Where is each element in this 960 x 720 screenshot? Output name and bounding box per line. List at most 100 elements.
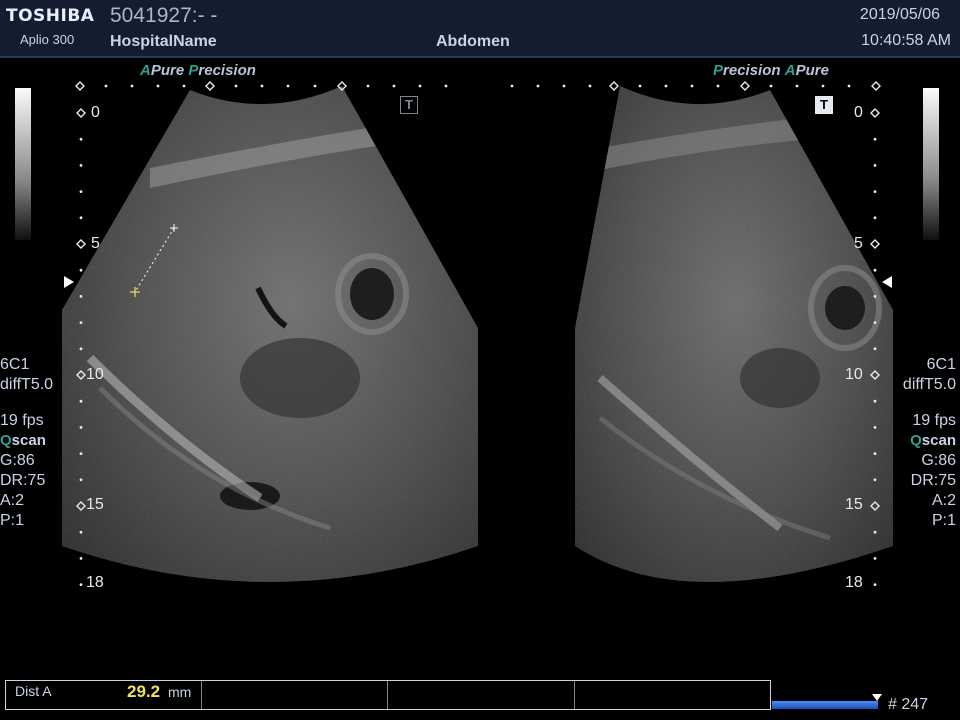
measurement-cell-3[interactable] (387, 681, 575, 709)
hospital-name: HospitalName (110, 33, 217, 50)
scale-dot (79, 216, 83, 220)
scale-dot (562, 84, 566, 88)
right-depth-label-10: 10 (845, 366, 863, 383)
measurement-cell-2[interactable] (201, 681, 388, 709)
scale-diamond (337, 81, 347, 91)
measurement-unit: mm (168, 684, 192, 700)
scale-dot (234, 84, 238, 88)
right-scan-sector (575, 86, 893, 582)
probe-label: 6C1 (0, 356, 30, 373)
frame-marker-icon[interactable] (872, 694, 882, 701)
scale-dot (79, 426, 83, 429)
scale-dot (638, 84, 642, 88)
scale-dot (795, 84, 799, 88)
scale-dot (79, 530, 83, 534)
scale-dot (873, 190, 877, 193)
right-depth-label-0: 0 (854, 104, 863, 121)
scale-dot (769, 84, 773, 88)
scale-dot (79, 399, 83, 403)
left-depth-label-15: 15 (86, 496, 104, 513)
scale-dot (873, 530, 877, 534)
scale-dot (79, 164, 83, 167)
exam-date: 2019/05/06 (859, 6, 940, 23)
scale-diamond (76, 370, 86, 380)
scale-dot (873, 268, 877, 272)
fps-label: 19 fps (912, 412, 956, 429)
scale-dot (873, 295, 877, 298)
dr-label: DR:75 (910, 472, 956, 489)
gain-label: G:86 (921, 452, 956, 469)
scale-diamond (76, 108, 86, 118)
probe-label: 6C1 (926, 356, 956, 373)
a-label: A:2 (931, 492, 956, 509)
scale-dot (79, 452, 83, 455)
scale-dot (79, 583, 83, 586)
system-model: Aplio 300 (20, 32, 75, 47)
gain-label: G:86 (0, 452, 35, 469)
scale-dot (873, 164, 877, 167)
scale-diamond (871, 81, 881, 91)
scale-dot (104, 84, 108, 88)
scale-dot (536, 84, 540, 88)
cine-frame-progress-bar[interactable] (772, 701, 878, 709)
scale-dot (392, 84, 396, 88)
mode-label: diffT5.0 (0, 376, 54, 393)
scale-dot (690, 84, 694, 88)
scale-dot (79, 347, 83, 351)
scale-dot (79, 268, 83, 272)
top-lateral-scale (75, 81, 881, 91)
scale-dot (286, 84, 290, 88)
left-depth-label-18: 18 (86, 574, 104, 591)
qscan-label: Qscan (910, 432, 956, 449)
exam-type: Abdomen (436, 33, 510, 50)
scale-dot (873, 347, 877, 351)
scale-diamond (870, 370, 880, 380)
scale-dot (873, 583, 877, 586)
scale-dot (418, 84, 422, 88)
exam-time: 10:40:58 AM (861, 32, 951, 49)
measurement-label: Dist A (15, 683, 52, 699)
scale-dot (79, 321, 83, 324)
scale-dot (156, 84, 160, 88)
brand-logo: TOSHIBA (6, 6, 95, 26)
scale-dot (130, 84, 134, 88)
p-label: P:1 (0, 512, 25, 529)
measurement-bar[interactable]: Dist A 29.2 mm (5, 680, 771, 710)
scale-dot (873, 557, 877, 560)
p-label: P:1 (931, 512, 956, 529)
measurement-cell-4[interactable] (574, 681, 770, 709)
scale-dot (873, 426, 877, 429)
left-depth-label-0: 0 (91, 104, 100, 121)
scale-dot (873, 137, 877, 141)
scale-diamond (870, 239, 880, 249)
scale-dot (847, 84, 851, 88)
scale-dot (79, 137, 83, 141)
scale-dot (79, 190, 83, 193)
scale-dot (366, 84, 370, 88)
left-depth-label-5: 5 (91, 235, 100, 252)
scale-dot (873, 478, 877, 482)
scale-dot (510, 84, 514, 88)
scale-dot (260, 84, 264, 88)
scale-diamond (205, 81, 215, 91)
right-params: 6C1 diffT5.0 19 fps Qscan G:86 DR:75 A:2… (903, 355, 956, 531)
scale-diamond (870, 501, 880, 511)
scale-dot (873, 321, 877, 324)
dr-label: DR:75 (0, 472, 46, 489)
scale-diamond (76, 501, 86, 511)
scale-dot (873, 399, 877, 403)
left-params: 6C1 diffT5.0 19 fps Qscan G:86 DR:75 A:2… (0, 355, 53, 531)
qscan-label: Qscan (0, 432, 46, 449)
right-depth-label-5: 5 (854, 235, 863, 252)
scale-dot (182, 84, 186, 88)
scale-dot (79, 478, 83, 482)
scale-dot (79, 557, 83, 560)
scale-dot (873, 452, 877, 455)
scale-diamond (609, 81, 619, 91)
scale-dot (444, 84, 448, 88)
scale-diamond (740, 81, 750, 91)
scale-diamond (76, 239, 86, 249)
frame-count: # 247 (888, 696, 929, 713)
a-label: A:2 (0, 492, 25, 509)
measurement-value: 29.2 (127, 682, 161, 701)
